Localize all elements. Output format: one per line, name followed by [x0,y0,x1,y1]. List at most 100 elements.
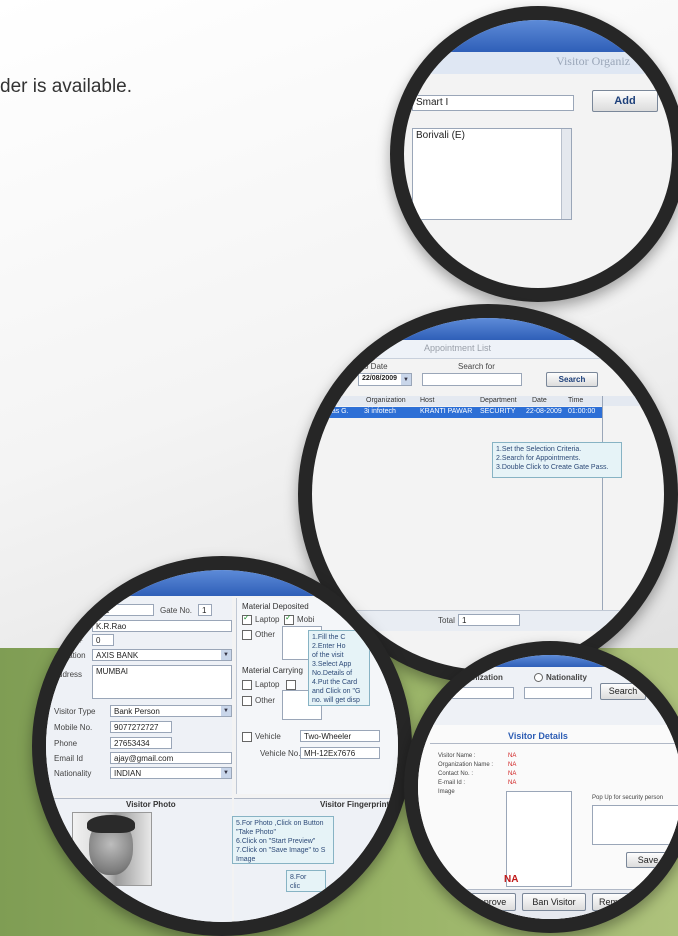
radio-icon[interactable] [534,673,543,683]
tip-line: 1.Set the Selection Criteria. [496,446,582,453]
visitor-fingerprint-title: Visitor Fingerprint [320,800,390,809]
col-header[interactable]: Organization [366,397,406,404]
circle-visitor-details: Organization Nationality Search Visitor … [418,655,678,919]
search-for-input[interactable] [422,373,522,386]
status-value: NA [504,874,519,885]
other-label: Other [255,630,276,640]
visitor-type-value: Bank Person [114,707,160,716]
window-title: Visitor Organiz [556,54,631,68]
tip-line: 2.Enter Ho [312,643,346,650]
carry-laptop-checkbox[interactable]: Laptop [242,680,279,690]
nationality-radio[interactable]: Nationality [534,673,587,683]
field-value: NA [508,753,517,759]
help-tooltip: 1.Set the Selection Criteria. 2.Search f… [492,442,622,478]
checkbox-icon[interactable] [242,696,252,706]
persons-field[interactable]: 0 [92,634,114,646]
mobile-field[interactable]: 9077272727 [110,721,172,733]
organization-search-input[interactable] [438,687,514,699]
id-field[interactable]: 431 [92,604,154,616]
to-date-input[interactable]: 22/08/2009 ▼ [358,373,412,386]
preapprove-label: Preapprove [459,897,507,907]
col-header[interactable]: Department [480,397,517,404]
checkbox-icon[interactable] [242,680,252,690]
name-field[interactable]: K.R.Rao [92,620,232,632]
organization-radio-label: Organization [454,673,503,682]
col-header[interactable]: or [332,397,338,404]
remove-button[interactable]: Remo [592,893,652,911]
carry-mobile-checkbox[interactable] [286,680,299,690]
table-cell: 22-08-2009 [526,408,562,415]
checkbox-icon[interactable] [242,732,252,742]
table-cell: 3i infotech [364,408,396,415]
field-value: NA [508,780,517,786]
phone-field[interactable]: 27653434 [110,737,172,749]
status-label: atus [438,877,450,883]
checkbox-icon[interactable] [286,680,296,690]
headline-text: der is available. [0,76,133,97]
checkbox-icon[interactable] [284,613,294,625]
tip-line: no. will get disp [312,697,360,704]
address-field[interactable]: MUMBAI [92,665,232,699]
organization-select[interactable]: AXIS BANK ▼ [92,649,232,661]
table-cell: KRANTI PAWAR [420,408,473,415]
window-title: Appointment List [424,343,492,353]
tip-line: "Take Photo" [236,829,276,836]
chevron-down-icon[interactable]: ▼ [221,706,231,716]
material-carrying-label: Material Carrying [242,666,303,675]
chevron-down-icon[interactable]: ▼ [221,768,231,778]
laptop-checkbox[interactable]: Laptop [242,613,279,625]
hair-shape [87,815,135,833]
tip-line: 8.For [290,874,307,881]
mobile-checkbox[interactable]: Mobi [284,613,314,625]
field-label: Contact No. : [438,771,474,777]
search-for-label: Search for [458,362,495,371]
col-header[interactable]: Date [532,397,547,404]
save-button[interactable]: Save [626,852,670,868]
field-label: Organization Name : [438,762,494,768]
vehicle-no-label: Vehicle No. [260,749,301,758]
nationality-select[interactable]: INDIAN ▼ [110,767,232,779]
chevron-down-icon[interactable]: ▼ [401,374,411,385]
visitor-type-select[interactable]: Bank Person ▼ [110,705,232,717]
ban-visitor-button[interactable]: Ban Visitor [522,893,586,911]
grid-header: or Organization Host Department Date Tim… [312,396,664,406]
col-header[interactable]: Host [420,397,434,404]
search-button[interactable]: Search [600,683,646,700]
total-input[interactable]: 1 [458,614,520,626]
gate-field[interactable]: 1 [198,604,212,616]
other-checkbox[interactable]: Other [242,630,275,640]
tip-line: clic [290,883,301,890]
security-note-field[interactable] [592,805,678,845]
list-item[interactable]: Borivali (E) [416,130,568,141]
email-field[interactable]: ajay@gmail.com [110,752,232,764]
tip-line: 6.Click on "Start Preview" [236,838,316,845]
circle-visitor-organization: Visitor Organiz Smart I Add Borivali (E) [404,20,672,288]
organization-radio[interactable]: Organization [454,673,503,682]
organization-name-input[interactable]: Smart I [412,95,574,111]
chevron-down-icon[interactable]: ▼ [221,650,231,660]
nationality-search-input[interactable] [524,687,592,699]
tip-line: 3.Double Click to Create Gate Pass. [496,464,609,471]
table-row[interactable]: mas G. 3i infotech KRANTI PAWAR SECURITY… [312,407,602,418]
nationality-label: Nationality [54,769,92,778]
vehicle-checkbox[interactable]: Vehicle [242,732,281,742]
col-header[interactable]: Time [568,397,583,404]
fingerprint-help-tooltip: 8.For clic [286,870,326,892]
search-button[interactable]: Search [546,372,598,387]
location-list[interactable]: Borivali (E) [412,128,572,220]
field-label: E-mail Id : [438,780,466,786]
checkbox-icon[interactable] [242,613,252,625]
field-label: Visitor Name : [438,753,476,759]
add-button[interactable]: Add [592,90,658,112]
preapprove-button[interactable]: Preapprove [450,893,516,911]
vehicle-type-field[interactable]: Two-Wheeler [300,730,380,742]
list-scrollbar[interactable] [561,129,571,219]
image-label: Image [438,789,455,795]
vehicle-no-field[interactable]: MH-12Ex7676 [300,747,380,759]
ban-visitor-label: Ban Visitor [532,897,576,907]
photo-help-tooltip: 5.For Photo ,Click on Button "Take Photo… [232,816,334,864]
checkbox-icon[interactable] [242,630,252,640]
tip-line: Image [236,856,256,863]
carry-other-checkbox[interactable]: Other [242,696,275,706]
tip-line: of the visit [312,652,344,659]
